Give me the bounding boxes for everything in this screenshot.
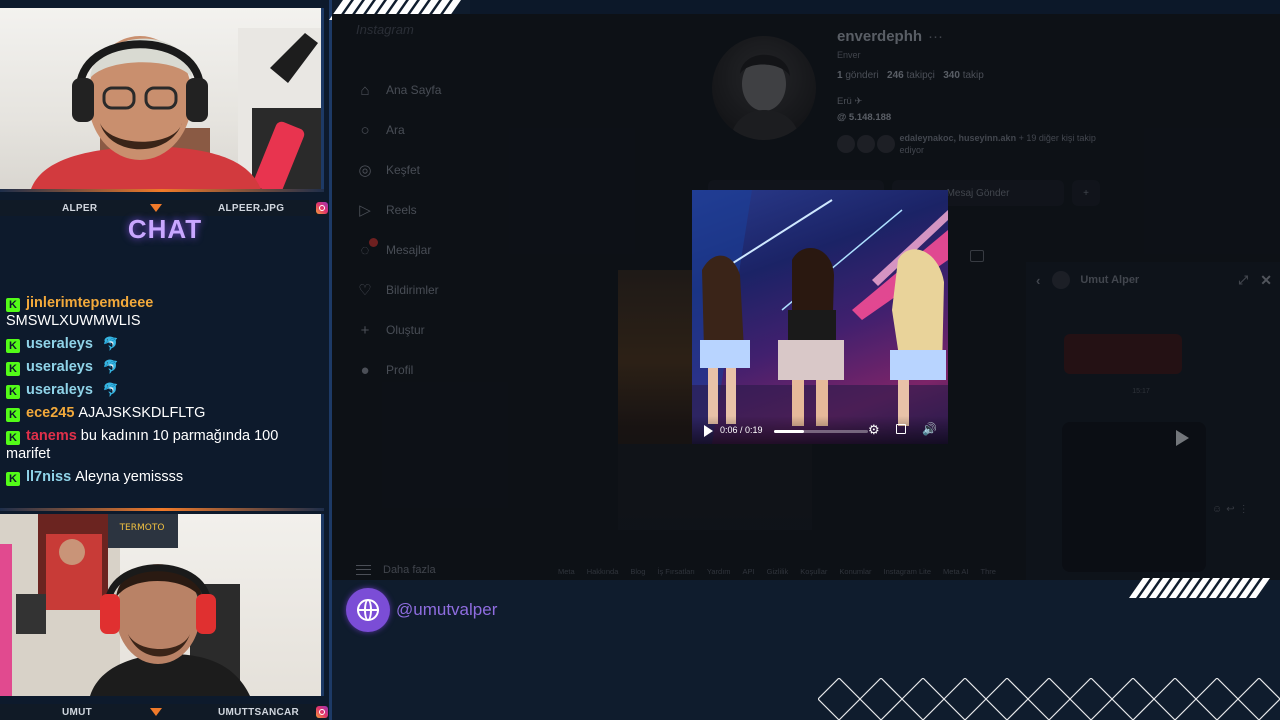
kick-badge-icon: K (6, 339, 20, 353)
streamer-figure (30, 28, 321, 192)
volume-icon[interactable]: 🔊 (922, 422, 937, 436)
cam2-right-name: UMUTTSANCAR (218, 706, 300, 718)
chat-message: Kuseraleys 🐬 (6, 335, 324, 353)
chat-message: Ktanems bu kadının 10 parmağında 100 mari… (6, 427, 324, 463)
instagram-icon (316, 706, 328, 718)
chat-message: Kece245 AJAJSKSKDLFLTG (6, 404, 324, 422)
chat-username[interactable]: ll7niss (26, 469, 71, 485)
chat-title: CHAT (127, 214, 203, 244)
slash-decoration (1128, 578, 1271, 598)
play-icon[interactable] (704, 425, 713, 437)
chat-message: Kuseraleys 🐬 (6, 381, 324, 399)
emote-icon: 🐬 (102, 382, 120, 397)
webcam-umut: TERMOTO (0, 514, 324, 696)
kick-badge-icon: K (6, 472, 20, 486)
chat-panel: Kjinlerimtepemdeee SMSWLXUWMWLIS Kuseraley… (6, 294, 324, 491)
svg-text:TERMOTO: TERMOTO (119, 523, 165, 533)
video-player[interactable]: 0:06 / 0:19 ⚙ 🔊 (692, 190, 948, 444)
chat-text: Aleyna yemissss (75, 469, 184, 485)
kick-badge-icon: K (6, 385, 20, 399)
globe-icon (346, 588, 390, 632)
kick-badge-icon: K (6, 431, 20, 445)
kick-badge-icon: K (6, 408, 20, 422)
chat-text: AJAJSKSKDLFLTG (78, 405, 206, 421)
video-frame (692, 190, 948, 444)
chat-username[interactable]: useraleys (26, 359, 93, 375)
chat-message: Kjinlerimtepemdeee SMSWLXUWMWLIS (6, 294, 324, 330)
video-progress-fill (774, 430, 805, 433)
fullscreen-icon[interactable] (896, 424, 906, 434)
cam1-left-name: ALPER (62, 202, 98, 214)
handle-text: @umutvalper (396, 600, 498, 619)
webcam-alper (0, 8, 324, 192)
chat-text: SMSWLXUWMWLIS (6, 313, 141, 329)
chat-message: Kll7niss Aleyna yemissss (6, 468, 324, 486)
chat-username[interactable]: tanems (26, 428, 77, 444)
video-time: 0:06 / 0:19 (720, 425, 763, 435)
triangle-icon (150, 708, 162, 716)
cam2-namebar: UMUT UMUTTSANCAR (0, 704, 332, 720)
gear-icon[interactable]: ⚙ (868, 422, 880, 438)
kick-badge-icon: K (6, 362, 20, 376)
emote-icon: 🐬 (102, 336, 120, 351)
cam-divider (0, 189, 324, 192)
stream-layout: ALPER ALPEER.JPG CHAT Kjinlerimtepemdeee… (0, 0, 1280, 720)
kick-badge-icon: K (6, 298, 20, 312)
diamond-pattern (818, 678, 1280, 720)
chat-username[interactable]: useraleys (26, 382, 93, 398)
social-handle: @umutvalper (346, 588, 497, 632)
triangle-icon (150, 204, 162, 212)
stream-sidebar: ALPER ALPEER.JPG CHAT Kjinlerimtepemdeee… (0, 0, 332, 720)
cam-divider (0, 508, 324, 511)
streamer-figure: TERMOTO (0, 514, 250, 696)
cam1-right-name: ALPEER.JPG (218, 202, 285, 214)
video-controls: 0:06 / 0:19 ⚙ 🔊 (692, 416, 948, 444)
chat-message: Kuseraleys 🐬 (6, 358, 324, 376)
chat-username[interactable]: useraleys (26, 336, 93, 352)
instagram-icon (316, 202, 328, 214)
emote-icon: 🐬 (102, 359, 120, 374)
chat-username[interactable]: jinlerimtepemdeee (26, 295, 153, 311)
chat-username[interactable]: ece245 (26, 405, 74, 421)
cam2-left-name: UMUT (62, 706, 93, 718)
video-progress-bar[interactable] (774, 430, 868, 433)
